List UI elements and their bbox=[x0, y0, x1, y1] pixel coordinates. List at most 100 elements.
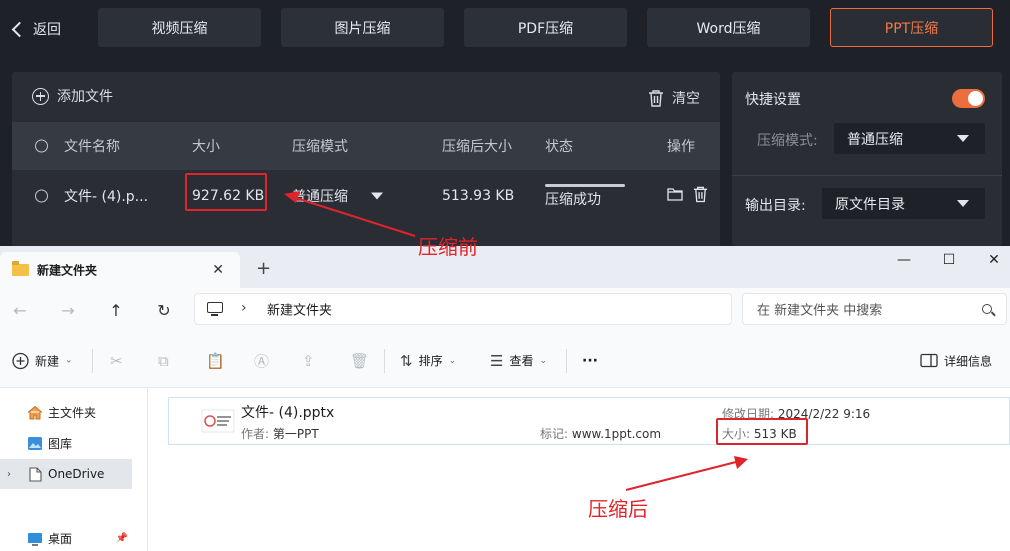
new-tab-button[interactable]: + bbox=[256, 258, 271, 279]
gallery-icon bbox=[28, 436, 42, 450]
new-button[interactable]: 新建 ⌄ bbox=[12, 352, 73, 369]
clear-button[interactable]: 清空 bbox=[648, 88, 700, 108]
more-options-button[interactable]: ··· bbox=[582, 353, 598, 369]
toolbar-divider bbox=[566, 349, 567, 373]
tab-label: 视频压缩 bbox=[151, 20, 208, 37]
view-button[interactable]: ☰ 查看 ⌄ bbox=[490, 352, 547, 370]
details-pane-button[interactable]: 详细信息 bbox=[920, 352, 992, 369]
add-file-button[interactable]: 添加文件 bbox=[32, 86, 113, 106]
toolbar-divider bbox=[92, 349, 93, 373]
maximize-button[interactable]: ☐ bbox=[939, 252, 959, 268]
command-bar: 新建 ⌄ ✂ ⧉ 📋 Ⓐ ⇪ 🗑 ⇅ 排序 ⌄ ☰ 查看 ⌄ ··· 详细信息 bbox=[0, 334, 1010, 388]
file-name: 文件- (4).pptx bbox=[241, 405, 335, 421]
tab-image-compress[interactable]: 图片压缩 bbox=[281, 8, 444, 47]
select-all-radio[interactable] bbox=[35, 139, 48, 153]
file-item[interactable]: 文件- (4).pptx 作者: 第一PPT 标记: www.1ppt.com … bbox=[168, 397, 1010, 445]
sidebar-item-home[interactable]: 主文件夹 bbox=[0, 397, 132, 427]
table-header: 文件名称 大小 压缩模式 压缩后大小 状态 操作 bbox=[12, 122, 720, 170]
sort-label: 排序 bbox=[418, 354, 443, 368]
forward-arrow-icon[interactable]: → bbox=[56, 298, 80, 322]
annotation-after: 压缩后 bbox=[588, 497, 648, 521]
sidebar-item-label: 桌面 bbox=[48, 531, 73, 546]
author-key: 作者: bbox=[241, 427, 270, 441]
row-mode-value: 普通压缩 bbox=[292, 189, 348, 205]
folder-icon bbox=[12, 261, 29, 276]
tab-video-compress[interactable]: 视频压缩 bbox=[98, 8, 261, 47]
view-label: 查看 bbox=[509, 354, 534, 368]
rename-icon[interactable]: Ⓐ bbox=[254, 350, 269, 371]
explorer-tab[interactable]: 新建文件夹 ✕ bbox=[0, 252, 240, 288]
refresh-icon[interactable]: ↻ bbox=[152, 298, 176, 322]
pin-icon[interactable]: 📌 bbox=[116, 533, 128, 544]
file-author: 作者: 第一PPT bbox=[241, 425, 319, 442]
annotation-before: 压缩前 bbox=[418, 235, 478, 259]
chevron-down-icon[interactable] bbox=[371, 192, 383, 200]
computer-icon bbox=[207, 302, 223, 316]
sort-button[interactable]: ⇅ 排序 ⌄ bbox=[400, 352, 456, 370]
tab-word-compress[interactable]: Word压缩 bbox=[647, 8, 810, 47]
search-icon bbox=[982, 304, 992, 314]
delete-icon[interactable] bbox=[693, 186, 708, 207]
up-arrow-icon[interactable]: ↑ bbox=[104, 298, 128, 322]
chevron-right-icon[interactable]: › bbox=[7, 469, 11, 480]
compressed-size-highlight bbox=[716, 418, 808, 445]
col-compressed-size: 压缩后大小 bbox=[442, 139, 512, 155]
minimize-button[interactable]: — bbox=[894, 252, 914, 268]
share-icon[interactable]: ⇪ bbox=[302, 352, 315, 370]
mode-select[interactable]: 普通压缩 bbox=[834, 123, 985, 154]
open-folder-icon[interactable] bbox=[667, 187, 683, 205]
view-list-icon: ☰ bbox=[490, 351, 504, 370]
sidebar-item-label: 图库 bbox=[48, 436, 73, 451]
sidebar-item-desktop[interactable]: 桌面 📌 bbox=[0, 523, 132, 551]
mode-setting: 压缩模式: 普通压缩 bbox=[732, 123, 1002, 157]
chevron-down-icon: ⌄ bbox=[448, 355, 457, 366]
chevron-down-icon: ⌄ bbox=[65, 355, 73, 366]
output-select[interactable]: 原文件目录 bbox=[822, 188, 985, 219]
col-size: 大小 bbox=[192, 139, 220, 155]
settings-divider bbox=[732, 175, 1002, 176]
details-label: 详细信息 bbox=[944, 354, 993, 368]
row-status: 压缩成功 bbox=[545, 192, 601, 208]
search-placeholder: 在 新建文件夹 中搜索 bbox=[757, 303, 883, 319]
explorer-tab-bar: 新建文件夹 ✕ + — ☐ ✕ bbox=[0, 246, 1010, 288]
close-tab-icon[interactable]: ✕ bbox=[212, 262, 224, 278]
sidebar-item-onedrive[interactable]: › OneDrive bbox=[0, 459, 132, 489]
mode-select-value: 普通压缩 bbox=[847, 131, 903, 148]
chevron-down-icon bbox=[957, 135, 969, 142]
mode-label: 压缩模式: bbox=[757, 133, 818, 149]
back-button[interactable]: 返回 bbox=[10, 18, 61, 40]
delete-icon[interactable]: 🗑 bbox=[350, 352, 369, 370]
back-arrow-icon[interactable]: ← bbox=[8, 298, 32, 322]
col-actions: 操作 bbox=[667, 139, 695, 155]
search-input[interactable]: 在 新建文件夹 中搜索 bbox=[742, 293, 1007, 325]
close-window-button[interactable]: ✕ bbox=[984, 252, 1004, 268]
table-row: 文件- (4).p... 927.62 KB 普通压缩 513.93 KB 压缩… bbox=[12, 170, 720, 222]
row-compressed-size: 513.93 KB bbox=[442, 188, 515, 204]
new-label: 新建 bbox=[35, 354, 60, 368]
tab-label: Word压缩 bbox=[696, 20, 761, 37]
row-select-radio[interactable] bbox=[35, 189, 48, 203]
details-pane-icon bbox=[920, 353, 938, 368]
tab-pdf-compress[interactable]: PDF压缩 bbox=[464, 8, 627, 47]
compressor-app: 返回 视频压缩 图片压缩 PDF压缩 Word压缩 PPT压缩 添加文件 清空 … bbox=[0, 0, 1010, 246]
tag-key: 标记: bbox=[540, 427, 569, 441]
cut-icon[interactable]: ✂ bbox=[110, 352, 123, 370]
file-explorer-window: 新建文件夹 ✕ + — ☐ ✕ ← → ↑ ↻ › 新建文件夹 在 新建文件夹 … bbox=[0, 246, 1010, 551]
chevron-right-icon: › bbox=[241, 300, 247, 316]
tab-ppt-compress[interactable]: PPT压缩 bbox=[830, 8, 993, 47]
paste-icon[interactable]: 📋 bbox=[206, 352, 225, 370]
copy-icon[interactable]: ⧉ bbox=[158, 352, 169, 370]
progress-bar bbox=[545, 184, 625, 187]
quick-settings-toggle[interactable] bbox=[952, 89, 985, 108]
tab-label: PPT压缩 bbox=[884, 20, 939, 37]
tab-label: PDF压缩 bbox=[517, 20, 574, 37]
breadcrumb: 新建文件夹 bbox=[267, 303, 333, 319]
sidebar-item-gallery[interactable]: 图库 bbox=[0, 428, 132, 458]
desktop-icon bbox=[28, 532, 42, 546]
tab-label: 图片压缩 bbox=[334, 20, 391, 37]
add-circle-icon bbox=[12, 352, 29, 369]
address-bar[interactable]: › 新建文件夹 bbox=[194, 293, 732, 325]
col-status: 状态 bbox=[545, 139, 573, 155]
tag-value: www.1ppt.com bbox=[571, 427, 662, 441]
chevron-down-icon bbox=[957, 200, 969, 207]
